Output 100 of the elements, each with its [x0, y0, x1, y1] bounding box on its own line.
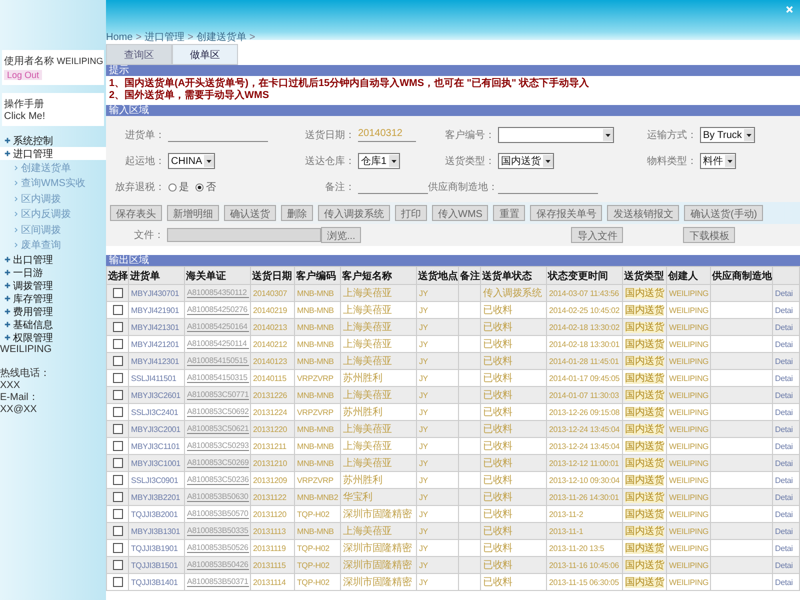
table-cell: 2014-01-28 11:45:01 — [546, 352, 622, 370]
submenu-item[interactable]: 区间调拨 — [0, 222, 106, 238]
table-cell: 已收料 — [480, 386, 546, 404]
browse-button[interactable]: 浏览... — [321, 227, 362, 243]
row-checkbox[interactable] — [113, 407, 123, 417]
tab[interactable]: 查询区 — [106, 44, 172, 65]
row-checkbox[interactable] — [113, 475, 123, 485]
detail-link[interactable]: Detai — [772, 454, 800, 472]
file-label: 文件： — [133, 228, 165, 242]
menu-item[interactable]: 基础信息 — [0, 318, 106, 331]
table-cell: MNB-MNB — [294, 352, 340, 370]
table-cell: TQP-H02 — [294, 556, 340, 574]
menu-item[interactable]: 权限管理 — [0, 331, 106, 344]
row-checkbox[interactable] — [113, 373, 123, 383]
plus-icon — [4, 137, 11, 144]
table-cell: 上海美蓓亚 — [340, 454, 416, 472]
dropdown[interactable]: 料件 — [700, 153, 736, 169]
detail-link[interactable]: Detai — [772, 556, 800, 574]
submenu-item[interactable]: 创建送货单 — [0, 160, 106, 176]
breadcrumb-link[interactable]: 进口管理 — [144, 30, 185, 44]
user-name: WEILIPING — [56, 56, 104, 66]
table-cell: 已收料 — [480, 420, 546, 438]
action-button[interactable]: 保存报关单号 — [530, 205, 602, 221]
table-cell: 2013-12-12 11:00:01 — [546, 454, 622, 472]
user-label: 使用者名称 — [4, 56, 54, 67]
row-checkbox[interactable] — [113, 305, 123, 315]
action-button[interactable]: 重置 — [493, 205, 526, 221]
action-button[interactable]: 保存表头 — [110, 205, 162, 221]
submenu-item[interactable]: 区内调拨 — [0, 191, 106, 206]
detail-link[interactable]: Detai — [772, 284, 800, 302]
table-cell: 2014-01-07 11:30:03 — [546, 386, 622, 404]
action-button[interactable]: 传入调拨系统 — [318, 205, 390, 221]
submenu-item[interactable]: 区内反调拨 — [0, 206, 106, 222]
table-cell: MNB-MNB — [294, 284, 340, 302]
row-checkbox[interactable] — [113, 322, 123, 332]
radio-option[interactable]: 否 — [195, 180, 216, 194]
dropdown[interactable]: 国内送货 — [498, 153, 554, 169]
dropdown[interactable]: 仓库1 — [358, 153, 400, 169]
row-checkbox[interactable] — [113, 560, 123, 570]
menu-item[interactable]: 一日游 — [0, 266, 106, 279]
detail-link[interactable]: Detai — [772, 386, 800, 404]
row-checkbox[interactable] — [113, 509, 123, 519]
row-checkbox[interactable] — [113, 441, 123, 451]
type-tag: 国内送货 — [625, 339, 664, 350]
plus-icon — [4, 334, 11, 341]
order-number: TQJJI3B1401 — [128, 574, 184, 590]
import-button[interactable]: 导入文件 — [571, 227, 624, 243]
detail-link[interactable]: Detai — [772, 522, 800, 540]
detail-link[interactable]: Detai — [772, 488, 800, 506]
menu-item[interactable]: 出口管理 — [0, 253, 106, 266]
submenu-item[interactable]: 废单查询 — [0, 238, 106, 253]
type-tag: 国内送货 — [625, 288, 664, 299]
menu-item[interactable]: 系统控制 — [0, 134, 106, 147]
submenu-item[interactable]: 查询WMS实收 — [0, 176, 106, 191]
row-checkbox[interactable] — [113, 526, 123, 536]
download-template-button[interactable]: 下载模板 — [683, 227, 736, 243]
breadcrumb-link[interactable]: 创建送货单 — [196, 30, 246, 44]
detail-link[interactable]: Detai — [772, 420, 800, 438]
row-checkbox[interactable] — [113, 339, 123, 349]
action-button[interactable]: 发送核销报文 — [607, 205, 680, 221]
type-tag: 国内送货 — [625, 373, 664, 384]
action-button[interactable]: 删除 — [281, 205, 313, 221]
action-button[interactable]: 新增明细 — [167, 205, 219, 221]
dropdown[interactable] — [498, 127, 614, 143]
manual-link[interactable]: Click Me! — [4, 111, 102, 122]
radio-option[interactable]: 是 — [168, 180, 189, 194]
action-button[interactable]: 打印 — [395, 205, 427, 221]
type-tag: 国内送货 — [625, 424, 664, 435]
menu-item[interactable]: 调拨管理 — [0, 279, 106, 292]
detail-link[interactable]: Detai — [772, 318, 800, 336]
menu-item[interactable]: 进口管理 — [0, 147, 106, 160]
tab[interactable]: 做单区 — [172, 44, 238, 65]
detail-link[interactable]: Detai — [772, 574, 800, 590]
type-tag: 国内送货 — [625, 356, 664, 367]
row-checkbox[interactable] — [113, 543, 123, 553]
column-header: 送货单状态 — [480, 266, 546, 284]
row-checkbox[interactable] — [113, 356, 123, 366]
file-field[interactable] — [167, 228, 321, 242]
row-checkbox[interactable] — [113, 458, 123, 468]
action-button[interactable]: 确认送货 — [224, 205, 276, 221]
dropdown[interactable]: By Truck — [700, 127, 755, 143]
row-checkbox[interactable] — [113, 288, 123, 298]
menu-item[interactable]: 费用管理 — [0, 305, 106, 318]
row-checkbox[interactable] — [113, 492, 123, 502]
row-checkbox[interactable] — [113, 390, 123, 400]
row-checkbox[interactable] — [113, 424, 123, 434]
row-checkbox[interactable] — [113, 577, 123, 587]
order-number: MBYJI430701 — [128, 284, 184, 302]
date-field[interactable]: 20140312 — [358, 128, 416, 142]
type-tag: 国内送货 — [625, 526, 664, 537]
field-label: 供应商制造地： — [428, 180, 498, 194]
detail-link[interactable]: Detai — [772, 352, 800, 370]
dropdown[interactable]: CHINA — [168, 153, 216, 169]
table-cell: 2013-12-24 13:45:04 — [546, 420, 622, 438]
action-button[interactable]: 确认送货(手动) — [684, 205, 764, 221]
logout-link[interactable]: Log Out — [4, 70, 42, 80]
menu-item[interactable]: 库存管理 — [0, 292, 106, 305]
breadcrumb-link[interactable]: Home — [106, 32, 133, 42]
order-number: MBYJI3C2001 — [128, 420, 184, 438]
action-button[interactable]: 传入WMS — [432, 205, 488, 221]
